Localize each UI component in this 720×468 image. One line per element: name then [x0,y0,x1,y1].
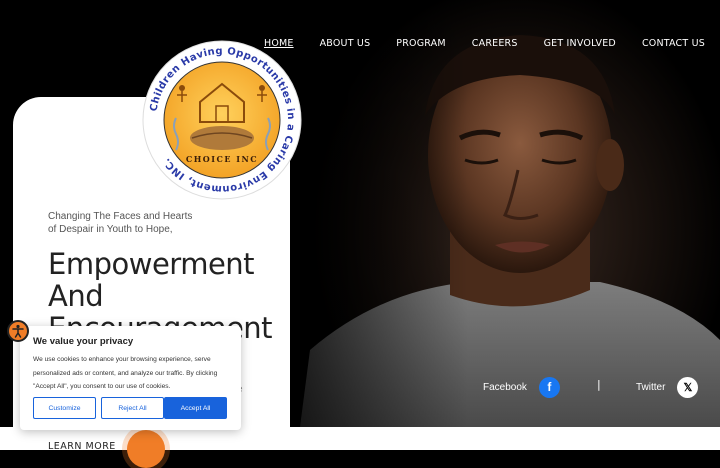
headline-line-1: Empowerment [48,247,255,281]
accessibility-icon [12,324,24,338]
facebook-label: Facebook [483,381,527,393]
headline-line-2: And [48,279,104,313]
cookie-body: We use cookies to enhance your browsing … [33,356,218,390]
hero-portrait-image [300,20,720,427]
svg-text:CHOICE INC: CHOICE INC [186,154,258,164]
x-twitter-icon[interactable]: 𝕏 [677,376,699,398]
cookie-title: We value your privacy [33,336,134,347]
cookie-reject-all-button[interactable]: Reject All [101,397,164,419]
facebook-link[interactable]: Facebook f [483,376,560,398]
cookie-consent-banner: We value your privacy We use cookies to … [20,326,241,430]
learn-more-link[interactable]: LEARN MORE [48,441,116,452]
hero-tagline: Changing The Faces and Hearts of Despair… [48,210,248,236]
nav-about-us[interactable]: ABOUT US [320,38,371,49]
choice-inc-logo[interactable]: Children Having Opportunities in a Carin… [142,40,302,200]
learn-more-arrow-button[interactable] [127,430,165,468]
accessibility-button[interactable] [7,320,29,342]
facebook-icon[interactable]: f [538,376,560,398]
twitter-link[interactable]: Twitter 𝕏 [636,376,699,398]
nav-contact-us[interactable]: CONTACT US [642,38,705,49]
nav-get-involved[interactable]: GET INVOLVED [544,38,616,49]
nav-careers[interactable]: CAREERS [472,38,518,49]
nav-program[interactable]: PROGRAM [396,38,445,49]
twitter-label: Twitter [636,381,666,393]
social-divider: | [597,378,601,391]
cookie-accept-all-button[interactable]: Accept All [164,397,227,419]
tagline-line-1: Changing The Faces and Hearts [48,211,193,222]
tagline-line-2: of Despair in Youth to Hope, [48,224,173,235]
main-nav: HOME ABOUT US PROGRAM CAREERS GET INVOLV… [264,38,705,49]
cookie-customize-button[interactable]: Customize [33,397,96,419]
